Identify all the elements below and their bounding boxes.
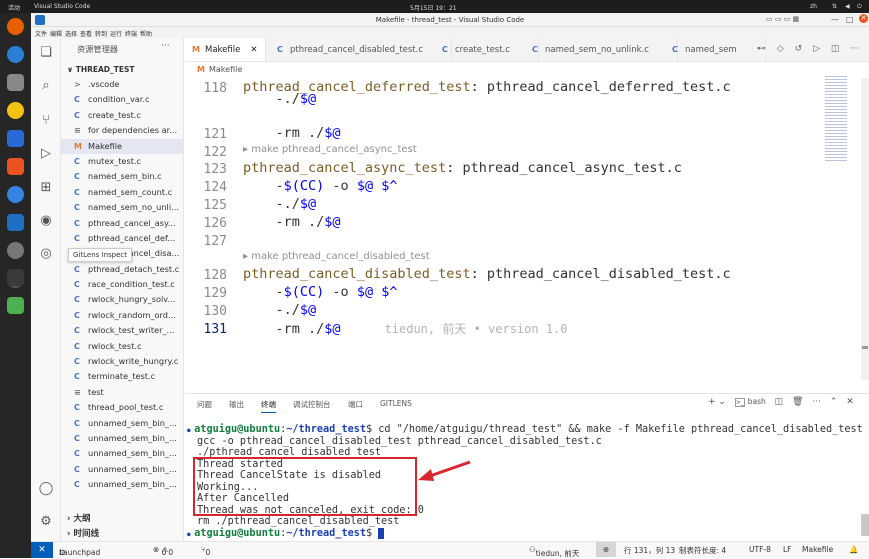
warning-count: 0 xyxy=(168,548,174,557)
launchpad-label: Launchpad xyxy=(59,548,101,557)
notifications-icon[interactable]: 🔔 xyxy=(849,545,858,554)
blame-item[interactable]: ⚇ tiedun, 前天 xyxy=(529,545,579,558)
zoom-icon[interactable]: ⊕ xyxy=(596,542,616,557)
annotation-arrow xyxy=(418,460,471,481)
cursor-position[interactable]: 行 131，列 13 xyxy=(624,545,675,556)
ports-item[interactable]: ⑂ 0 xyxy=(201,545,210,557)
remote-indicator[interactable]: ✕ xyxy=(31,542,53,558)
encoding[interactable]: UTF-8 xyxy=(749,545,771,554)
tab-size[interactable]: 制表符长度: 4 xyxy=(679,545,726,556)
eol[interactable]: LF xyxy=(783,545,792,554)
blame-label: tiedun, 前天 xyxy=(535,549,580,558)
error-count: 0 xyxy=(161,548,167,557)
arrow-head xyxy=(418,469,434,481)
arrow-shaft xyxy=(426,460,471,479)
ports-count: 0 xyxy=(205,548,211,557)
language-mode[interactable]: Makefile xyxy=(802,545,833,554)
problems-item[interactable]: ⊗ 0 ⚠ 0 xyxy=(153,545,173,557)
status-bar: ✕ ⚙ Launchpad ⊗ 0 ⚠ 0 ⑂ 0 ⚇ tiedun, 前天 ⊕… xyxy=(31,541,869,558)
